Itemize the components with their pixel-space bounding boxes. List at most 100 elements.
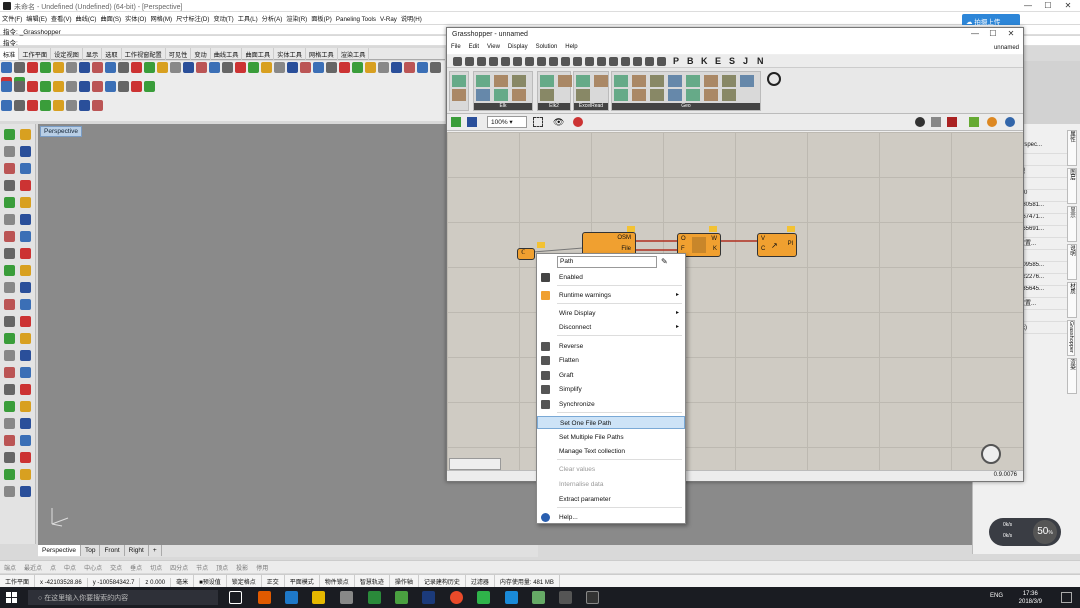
grasshopper-task-icon[interactable] <box>532 591 545 604</box>
rhino-tool-icon[interactable] <box>92 81 103 92</box>
gh-component-icon[interactable] <box>614 89 628 101</box>
rhino-menu-item[interactable]: 说明(H) <box>399 12 424 23</box>
gh-component-icon[interactable] <box>740 75 754 87</box>
osnap-checkbox[interactable]: 最近点 <box>20 561 46 574</box>
viewport-label[interactable]: Perspective <box>40 126 82 137</box>
rhino-tool-icon[interactable] <box>287 62 298 73</box>
osnap-checkbox[interactable]: 垂点 <box>126 561 146 574</box>
rhino-menu-item[interactable]: 编辑(E) <box>24 12 49 23</box>
viewport-tab[interactable]: Right <box>125 545 149 556</box>
gh-component-icon[interactable] <box>540 89 554 101</box>
rhino-left-tool-icon[interactable] <box>20 367 31 378</box>
menu-item-enabled[interactable]: Enabled <box>537 271 685 284</box>
gh-component-icon[interactable] <box>576 75 590 87</box>
rhino-tool-icon[interactable] <box>339 62 350 73</box>
rhino-left-tool-icon[interactable] <box>20 486 31 497</box>
rhino-tool-icon[interactable] <box>27 62 38 73</box>
rhino-menu-item[interactable]: V-Ray <box>378 14 399 23</box>
rhino-menu-item[interactable]: 曲线(C) <box>74 12 99 23</box>
osnap-checkbox[interactable]: 顶点 <box>212 561 232 574</box>
rhino-tool-icon[interactable] <box>14 62 25 73</box>
osnap-checkbox[interactable]: 中点 <box>60 561 80 574</box>
path-name-input[interactable]: Path <box>557 256 657 268</box>
gh-tab-letter[interactable]: N <box>757 56 764 66</box>
rhino-left-tool-icon[interactable] <box>20 401 31 412</box>
gh-component-icon[interactable] <box>668 89 682 101</box>
rhino-menu-item[interactable]: 文件(F) <box>0 12 24 23</box>
rhino-tool-icon[interactable] <box>53 62 64 73</box>
rhino-tool-icon[interactable] <box>66 62 77 73</box>
right-panel-tab[interactable]: 渲染 <box>1067 358 1077 394</box>
zoom-extents-icon[interactable] <box>533 117 543 127</box>
menu-item-internalise-data[interactable]: Internalise data <box>537 478 685 491</box>
add-viewport-icon[interactable]: + <box>149 545 162 556</box>
rhino-menu-item[interactable]: 实体(O) <box>123 12 148 23</box>
gh-component-icon[interactable] <box>632 89 646 101</box>
rhino-left-tool-icon[interactable] <box>4 214 15 225</box>
osnap-checkbox[interactable]: 切点 <box>146 561 166 574</box>
gh-menu-item[interactable]: Help <box>561 42 581 52</box>
rhino-left-tool-icon[interactable] <box>4 333 15 344</box>
osnap-checkbox[interactable]: 端点 <box>0 561 20 574</box>
rhino-left-tool-icon[interactable] <box>4 367 15 378</box>
gh-component-icon[interactable] <box>512 75 526 87</box>
rhino-left-tool-icon[interactable] <box>20 299 31 310</box>
gh-tab-icon[interactable] <box>477 57 486 66</box>
gh-tab-icon[interactable] <box>573 57 582 66</box>
rhino-tool-icon[interactable] <box>235 62 246 73</box>
gh-component-icon[interactable] <box>540 75 554 87</box>
gh-tab-icon[interactable] <box>645 57 654 66</box>
rhino-tool-icon[interactable] <box>300 62 311 73</box>
gh-component-icon[interactable] <box>576 89 590 101</box>
menu-item-set-multiple-file-paths[interactable]: Set Multiple File Paths <box>537 431 685 444</box>
rhino-tool-icon[interactable] <box>105 62 116 73</box>
bake-icon[interactable] <box>947 117 957 127</box>
gh-menu-item[interactable]: Solution <box>532 42 562 52</box>
gh-component-icon[interactable] <box>686 89 700 101</box>
rhino-toolbar-tab[interactable]: 工作平面 <box>19 48 52 60</box>
rhino-task-icon[interactable] <box>559 591 572 604</box>
task-view-icon[interactable] <box>229 591 242 604</box>
rhino-left-tool-icon[interactable] <box>20 265 31 276</box>
rhino-left-tool-icon[interactable] <box>20 418 31 429</box>
rhino-tool-icon[interactable] <box>92 100 103 111</box>
gh-tab-icon[interactable] <box>597 57 606 66</box>
gh-tab-letter[interactable]: K <box>701 56 708 66</box>
clock[interactable]: 17:36 2018/3/9 <box>1019 590 1042 606</box>
rhino-toolbar-tab[interactable]: 选取 <box>102 48 122 60</box>
gh-menu-item[interactable]: View <box>483 42 504 52</box>
menu-item-extract-parameter[interactable]: Extract parameter <box>537 493 685 506</box>
rhino-left-tool-icon[interactable] <box>20 333 31 344</box>
display-icon[interactable] <box>969 117 979 127</box>
rhino-tool-icon[interactable] <box>313 62 324 73</box>
osnap-checkbox[interactable]: 点 <box>46 561 60 574</box>
right-panel-tab[interactable]: Grasshopper <box>1067 320 1075 356</box>
rhino-left-tool-icon[interactable] <box>4 384 15 395</box>
rhino-tool-icon[interactable] <box>430 62 441 73</box>
gh-component-icon[interactable] <box>722 75 736 87</box>
rhino-left-tool-icon[interactable] <box>4 299 15 310</box>
rhino-toolbar-tab[interactable]: 设定视图 <box>51 48 83 60</box>
gh-component-icon[interactable] <box>722 89 736 101</box>
rhino-tool-icon[interactable] <box>53 100 64 111</box>
sketch-icon[interactable] <box>573 117 583 127</box>
rhino-left-tool-icon[interactable] <box>4 265 15 276</box>
taskbar-search-input[interactable]: ○ 在这里输入你要搜索的内容 <box>28 590 218 605</box>
app-icon-3[interactable] <box>586 591 599 604</box>
viewport-tab[interactable]: Top <box>81 545 101 556</box>
rhino-left-tool-icon[interactable] <box>20 180 31 191</box>
rhino-left-tool-icon[interactable] <box>20 163 31 174</box>
rhino-menu-item[interactable]: Paneling Tools <box>334 14 378 23</box>
rhino-tool-icon[interactable] <box>66 100 77 111</box>
rhino-toolbar-tab[interactable]: 可见性 <box>166 48 192 60</box>
osnap-checkbox[interactable]: 节点 <box>192 561 212 574</box>
gh-tab-icon[interactable] <box>525 57 534 66</box>
osnap-checkbox[interactable]: 交点 <box>106 561 126 574</box>
rhino-tool-icon[interactable] <box>92 62 103 73</box>
gh-component-icon[interactable] <box>494 75 508 87</box>
rhino-tool-icon[interactable] <box>27 100 38 111</box>
menu-item-clear-values[interactable]: Clear values <box>537 463 685 476</box>
gh-component-icon[interactable] <box>558 75 572 87</box>
gh-tab-icon[interactable] <box>489 57 498 66</box>
rhino-tool-icon[interactable] <box>79 81 90 92</box>
